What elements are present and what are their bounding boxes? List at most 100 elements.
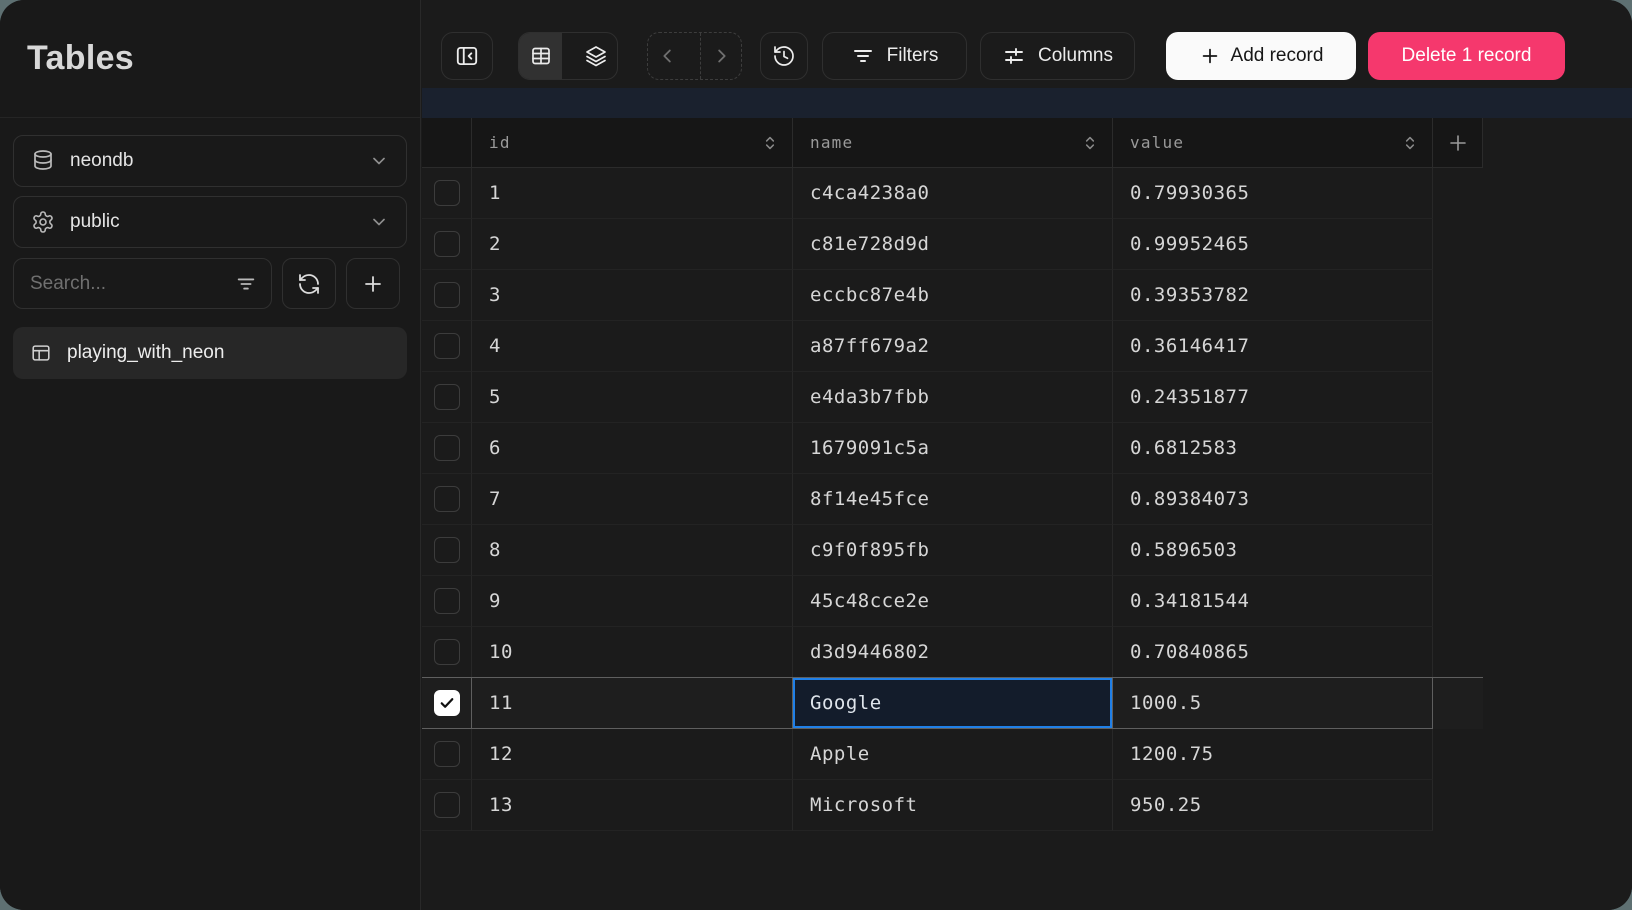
table-row[interactable]: 2 c81e728d9d 0.99952465 [422,219,1483,270]
add-column-button[interactable] [1433,118,1483,168]
table-row[interactable]: 7 8f14e45fce 0.89384073 [422,474,1483,525]
sort-icon[interactable] [760,133,780,153]
column-header-name[interactable]: name [793,118,1113,168]
row-select-cell[interactable] [422,423,472,474]
column-header-value[interactable]: value [1113,118,1433,168]
cell-id[interactable]: 7 [472,474,793,525]
cell-name[interactable]: c81e728d9d [793,219,1113,270]
row-checkbox[interactable] [434,333,460,359]
cell-name[interactable]: 8f14e45fce [793,474,1113,525]
cell-name[interactable]: 1679091c5a [793,423,1113,474]
cell-name[interactable]: c4ca4238a0 [793,168,1113,219]
row-checkbox[interactable] [434,741,460,767]
row-select-cell[interactable] [422,168,472,219]
cell-name[interactable]: e4da3b7fbb [793,372,1113,423]
cell-id[interactable]: 11 [472,678,793,729]
cell-name[interactable]: 45c48cce2e [793,576,1113,627]
columns-button[interactable]: Columns [980,32,1135,80]
cell-name[interactable]: eccbc87e4b [793,270,1113,321]
row-checkbox[interactable] [434,180,460,206]
add-record-button[interactable]: Add record [1166,32,1356,80]
next-page-button[interactable] [700,33,741,79]
cell-id[interactable]: 12 [472,729,793,780]
collapse-sidebar-button[interactable] [441,32,493,80]
row-checkbox[interactable] [434,486,460,512]
previous-page-button[interactable] [648,33,688,79]
row-select-cell[interactable] [422,729,472,780]
row-select-cell[interactable] [422,525,472,576]
cell-value[interactable]: 0.24351877 [1113,372,1433,423]
layers-view-button[interactable] [574,33,617,79]
select-all-cell[interactable] [422,118,472,168]
table-row[interactable]: 13 Microsoft 950.25 [422,780,1483,831]
row-select-cell[interactable] [422,321,472,372]
cell-id[interactable]: 4 [472,321,793,372]
table-row[interactable]: 1 c4ca4238a0 0.79930365 [422,168,1483,219]
row-checkbox[interactable] [434,588,460,614]
row-checkbox[interactable] [434,690,460,716]
search-input[interactable] [30,273,227,295]
schema-select[interactable]: public [13,196,407,248]
cell-value[interactable]: 1200.75 [1113,729,1433,780]
cell-value[interactable]: 0.70840865 [1113,627,1433,678]
cell-id[interactable]: 3 [472,270,793,321]
cell-name[interactable]: c9f0f895fb [793,525,1113,576]
refresh-button[interactable] [282,258,336,309]
cell-name[interactable]: Google [793,678,1113,729]
table-row[interactable]: 10 d3d9446802 0.70840865 [422,627,1483,678]
cell-value[interactable]: 0.89384073 [1113,474,1433,525]
row-select-cell[interactable] [422,627,472,678]
cell-name[interactable]: d3d9446802 [793,627,1113,678]
add-table-button[interactable] [346,258,400,309]
table-row[interactable]: 9 45c48cce2e 0.34181544 [422,576,1483,627]
row-select-cell[interactable] [422,678,472,729]
row-select-cell[interactable] [422,219,472,270]
row-select-cell[interactable] [422,780,472,831]
row-checkbox[interactable] [434,282,460,308]
history-button[interactable] [760,32,808,80]
cell-value[interactable]: 950.25 [1113,780,1433,831]
table-row[interactable]: 3 eccbc87e4b 0.39353782 [422,270,1483,321]
row-select-cell[interactable] [422,372,472,423]
row-checkbox[interactable] [434,231,460,257]
row-checkbox[interactable] [434,792,460,818]
cell-name[interactable]: Microsoft [793,780,1113,831]
cell-value[interactable]: 1000.5 [1113,678,1433,729]
table-row[interactable]: 4 a87ff679a2 0.36146417 [422,321,1483,372]
cell-value[interactable]: 0.36146417 [1113,321,1433,372]
sort-icon[interactable] [1080,133,1100,153]
table-row[interactable]: 5 e4da3b7fbb 0.24351877 [422,372,1483,423]
delete-record-button[interactable]: Delete 1 record [1368,32,1565,80]
column-header-id[interactable]: id [472,118,793,168]
cell-value[interactable]: 0.39353782 [1113,270,1433,321]
cell-id[interactable]: 13 [472,780,793,831]
sort-icon[interactable] [1400,133,1420,153]
row-checkbox[interactable] [434,435,460,461]
table-row[interactable]: 11 Google 1000.5 [422,678,1483,729]
cell-id[interactable]: 1 [472,168,793,219]
cell-value[interactable]: 0.34181544 [1113,576,1433,627]
table-row[interactable]: 6 1679091c5a 0.6812583 [422,423,1483,474]
sidebar-item-playing-with-neon[interactable]: playing_with_neon [13,327,407,379]
cell-id[interactable]: 5 [472,372,793,423]
cell-value[interactable]: 0.79930365 [1113,168,1433,219]
cell-value[interactable]: 0.99952465 [1113,219,1433,270]
cell-name[interactable]: Apple [793,729,1113,780]
table-row[interactable]: 8 c9f0f895fb 0.5896503 [422,525,1483,576]
cell-value[interactable]: 0.6812583 [1113,423,1433,474]
cell-id[interactable]: 6 [472,423,793,474]
row-checkbox[interactable] [434,537,460,563]
cell-value[interactable]: 0.5896503 [1113,525,1433,576]
row-select-cell[interactable] [422,474,472,525]
row-checkbox[interactable] [434,384,460,410]
search-box[interactable] [13,258,272,309]
filters-button[interactable]: Filters [822,32,967,80]
row-select-cell[interactable] [422,270,472,321]
cell-id[interactable]: 8 [472,525,793,576]
cell-id[interactable]: 9 [472,576,793,627]
cell-id[interactable]: 2 [472,219,793,270]
table-row[interactable]: 12 Apple 1200.75 [422,729,1483,780]
database-select[interactable]: neondb [13,135,407,187]
row-checkbox[interactable] [434,639,460,665]
cell-name[interactable]: a87ff679a2 [793,321,1113,372]
